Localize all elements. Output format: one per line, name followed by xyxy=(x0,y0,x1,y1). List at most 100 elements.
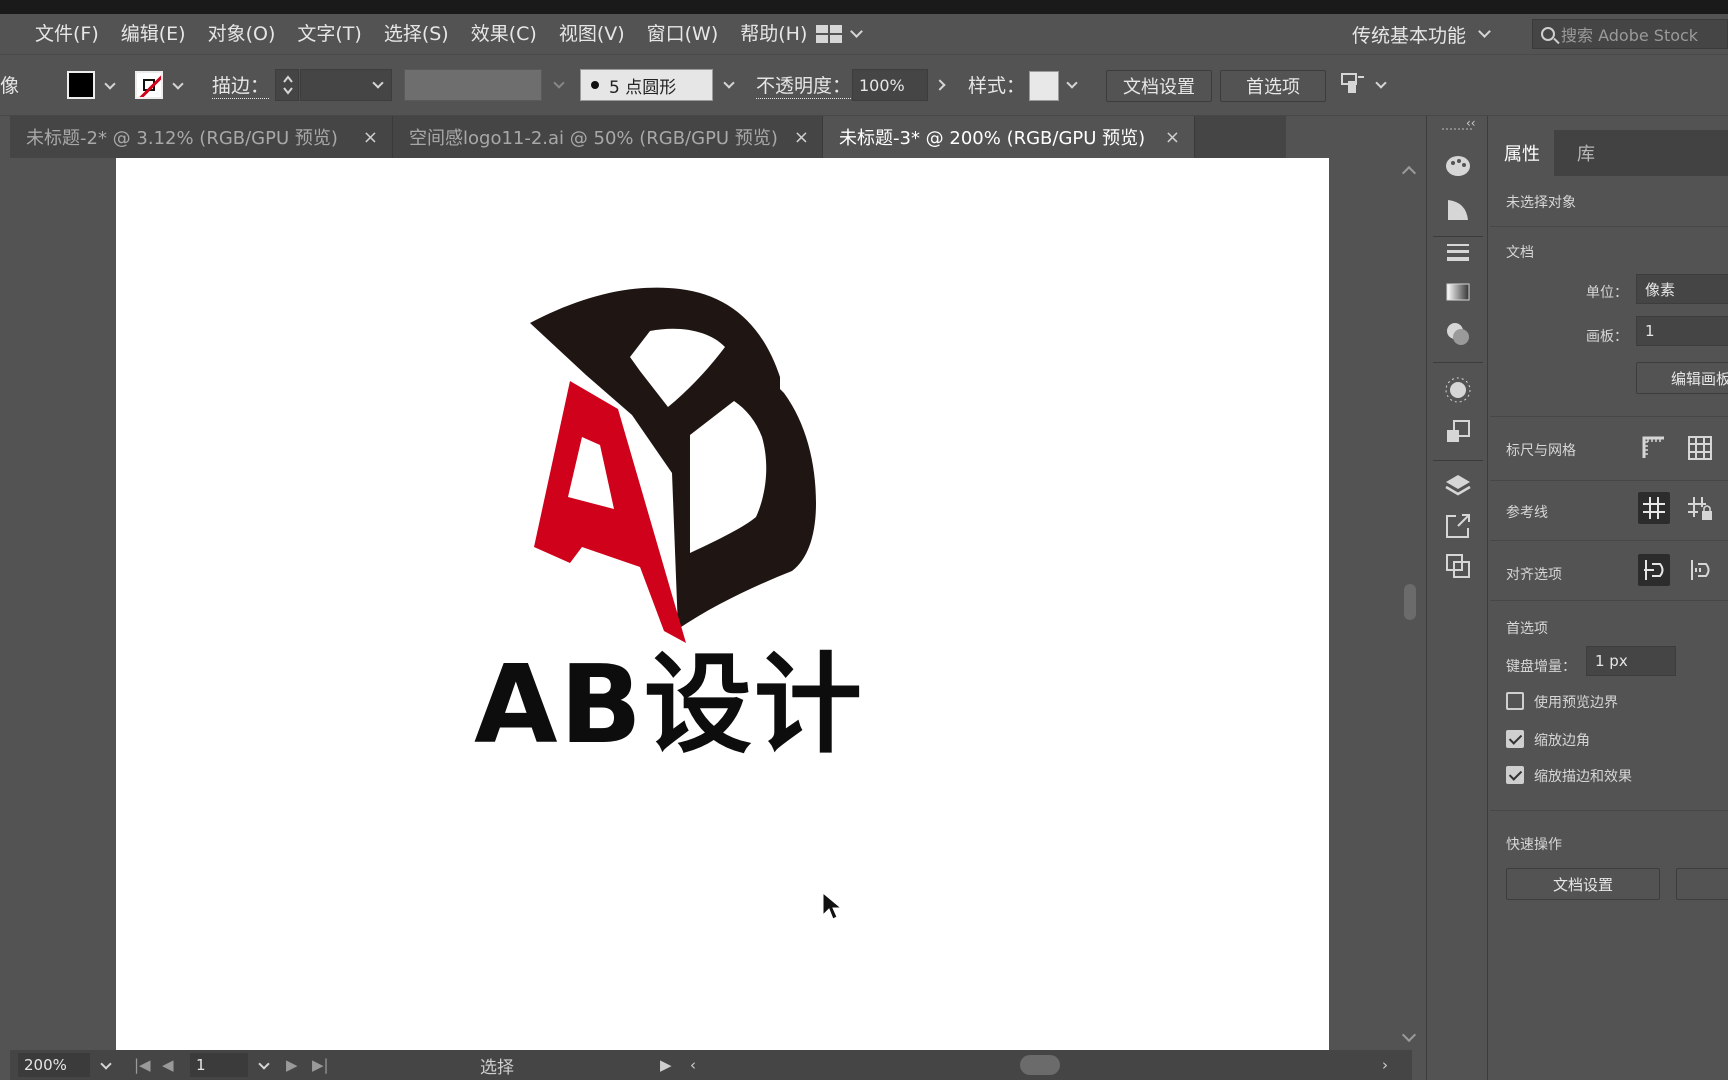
workspace-switcher[interactable]: 传统基本功能 xyxy=(1352,14,1491,54)
panel-divider xyxy=(1490,540,1728,541)
preferences-button[interactable]: 首选项 xyxy=(1220,70,1326,102)
opacity-field[interactable]: 100% xyxy=(852,69,928,101)
appearance-icon[interactable] xyxy=(1444,376,1472,404)
menu-bar: 文件(F) 编辑(E) 对象(O) 文字(T) 选择(S) 效果(C) 视图(V… xyxy=(0,14,1728,54)
keyboard-increment-field[interactable]: 1 px xyxy=(1586,646,1676,676)
menu-select[interactable]: 选择(S) xyxy=(373,14,460,54)
last-artboard-icon[interactable]: ▶| xyxy=(312,1050,329,1080)
units-dropdown[interactable]: 像素 xyxy=(1636,274,1728,304)
status-menu-arrow-icon[interactable]: ▶ xyxy=(660,1050,672,1080)
brush-definition-dropdown[interactable]: 5 点圆形 xyxy=(580,69,713,101)
scroll-down-icon[interactable] xyxy=(1401,1027,1417,1043)
tab-document-3[interactable]: 未标题-3* @ 200% (RGB/GPU 预览) × xyxy=(823,116,1195,158)
logo-wordmark[interactable]: AB设计 xyxy=(474,652,864,760)
edit-artboards-button[interactable]: 编辑画板 xyxy=(1636,362,1728,394)
guides-label: 参考线 xyxy=(1506,505,1548,521)
arrange-chevron-icon[interactable] xyxy=(1375,77,1387,89)
first-artboard-icon[interactable]: |◀ xyxy=(134,1050,151,1080)
arrange-documents-button[interactable] xyxy=(816,14,863,54)
tab-libraries[interactable]: 库 xyxy=(1554,130,1618,176)
stepper-arrows-icon xyxy=(283,75,293,95)
panel-collapse-icon[interactable]: ‹‹ xyxy=(1466,116,1476,130)
close-icon[interactable]: × xyxy=(794,127,809,148)
snap-to-point-icon[interactable] xyxy=(1638,554,1670,586)
scroll-right-icon[interactable]: › xyxy=(1382,1050,1388,1080)
strip-separator xyxy=(1433,460,1483,461)
scrollbar-thumb[interactable] xyxy=(1404,584,1416,620)
stroke-panel-icon[interactable] xyxy=(1444,238,1472,266)
export-icon[interactable] xyxy=(1444,512,1472,540)
color-palette-icon[interactable] xyxy=(1444,152,1472,180)
close-icon[interactable]: × xyxy=(363,127,378,148)
menu-window[interactable]: 窗口(W) xyxy=(636,14,730,54)
horizontal-scrollbar-thumb[interactable] xyxy=(1020,1055,1060,1075)
next-artboard-icon[interactable]: ▶ xyxy=(286,1050,298,1080)
scale-corners-checkbox[interactable] xyxy=(1506,730,1524,748)
brush-chevron-icon[interactable] xyxy=(723,77,735,89)
artboards-icon[interactable] xyxy=(1444,552,1472,580)
opacity-label[interactable]: 不透明度： xyxy=(756,71,852,99)
keyboard-increment-label: 键盘增量： xyxy=(1506,659,1576,675)
scroll-up-icon[interactable] xyxy=(1401,165,1417,181)
graphic-style-swatch[interactable] xyxy=(1029,71,1059,101)
menu-view[interactable]: 视图(V) xyxy=(548,14,636,54)
graphic-styles-icon[interactable] xyxy=(1444,418,1472,446)
no-selection-label: 未选择对象 xyxy=(1506,195,1576,211)
brush-dot-icon xyxy=(591,81,599,89)
artboard-field[interactable]: 1 xyxy=(1636,316,1728,346)
menu-edit[interactable]: 编辑(E) xyxy=(110,14,197,54)
ab-logo-mark[interactable] xyxy=(490,285,830,645)
rulers-grids-label: 标尺与网格 xyxy=(1506,443,1576,459)
document-setup-button[interactable]: 文档设置 xyxy=(1106,70,1212,102)
preferences-section-title: 首选项 xyxy=(1506,621,1548,637)
panel-tab-bar: 属性 库 xyxy=(1490,130,1728,176)
properties-panel: 属性 库 未选择对象 文档 单位： 像素 画板： 1 编辑画板 标尺与网格 参考… xyxy=(1490,130,1728,1080)
stroke-color-swatch[interactable] xyxy=(135,71,163,99)
fill-dropdown-chevron-icon[interactable] xyxy=(104,78,116,90)
fill-color-swatch[interactable] xyxy=(67,71,95,99)
transparency-icon[interactable] xyxy=(1444,320,1472,348)
layers-icon[interactable] xyxy=(1444,472,1472,500)
stock-search-input[interactable]: 搜索 Adobe Stock xyxy=(1532,19,1728,49)
artboard-number-field[interactable]: 1 xyxy=(190,1053,248,1077)
menu-help[interactable]: 帮助(H) xyxy=(729,14,818,54)
scale-corners-label: 缩放边角 xyxy=(1534,733,1590,749)
stroke-weight-stepper[interactable] xyxy=(275,69,299,101)
show-guides-icon[interactable] xyxy=(1638,492,1670,524)
scroll-left-icon[interactable]: ‹ xyxy=(690,1050,696,1080)
quick-actions-title: 快速操作 xyxy=(1506,837,1562,853)
grid-icon[interactable] xyxy=(1684,432,1716,464)
menu-effect[interactable]: 效果(C) xyxy=(460,14,548,54)
quick-doc-setup-button[interactable]: 文档设置 xyxy=(1506,868,1660,900)
zoom-chevron-icon[interactable] xyxy=(100,1058,112,1070)
stroke-weight-label[interactable]: 描边： xyxy=(212,71,270,99)
selection-cursor-icon xyxy=(822,892,843,920)
menu-type[interactable]: 文字(T) xyxy=(286,14,372,54)
arrange-icon[interactable] xyxy=(1338,69,1368,103)
lock-guides-icon[interactable] xyxy=(1684,492,1716,524)
previous-artboard-icon[interactable]: ◀ xyxy=(162,1050,174,1080)
menu-object[interactable]: 对象(O) xyxy=(197,14,287,54)
quick-preferences-button[interactable] xyxy=(1676,868,1728,900)
snap-to-pixel-icon[interactable] xyxy=(1684,554,1716,586)
tab-document-1[interactable]: 未标题-2* @ 3.12% (RGB/GPU 预览) × xyxy=(10,116,393,158)
panel-divider xyxy=(1490,600,1728,601)
use-preview-bounds-checkbox[interactable] xyxy=(1506,692,1524,710)
profile-chevron-icon xyxy=(553,77,565,89)
tab-properties[interactable]: 属性 xyxy=(1490,130,1554,176)
vertical-scrollbar[interactable] xyxy=(1400,158,1420,1050)
chevron-down-icon xyxy=(1478,25,1491,38)
opacity-arrow-icon[interactable] xyxy=(934,79,946,91)
variable-width-profile-dropdown[interactable] xyxy=(404,69,542,101)
artboard-chevron-icon[interactable] xyxy=(258,1058,270,1070)
zoom-level-field[interactable]: 200% xyxy=(18,1053,90,1077)
gradient-icon[interactable] xyxy=(1444,278,1472,306)
tab-document-2[interactable]: 空间感logo11-2.ai @ 50% (RGB/GPU 预览) × xyxy=(393,116,823,158)
ruler-icon[interactable] xyxy=(1638,432,1670,464)
style-chevron-icon[interactable] xyxy=(1066,77,1078,89)
scale-strokes-effects-checkbox[interactable] xyxy=(1506,766,1524,784)
stroke-dropdown-chevron-icon[interactable] xyxy=(172,78,184,90)
color-guide-icon[interactable] xyxy=(1444,196,1472,224)
menu-file[interactable]: 文件(F) xyxy=(24,14,110,54)
close-icon[interactable]: × xyxy=(1165,127,1180,148)
